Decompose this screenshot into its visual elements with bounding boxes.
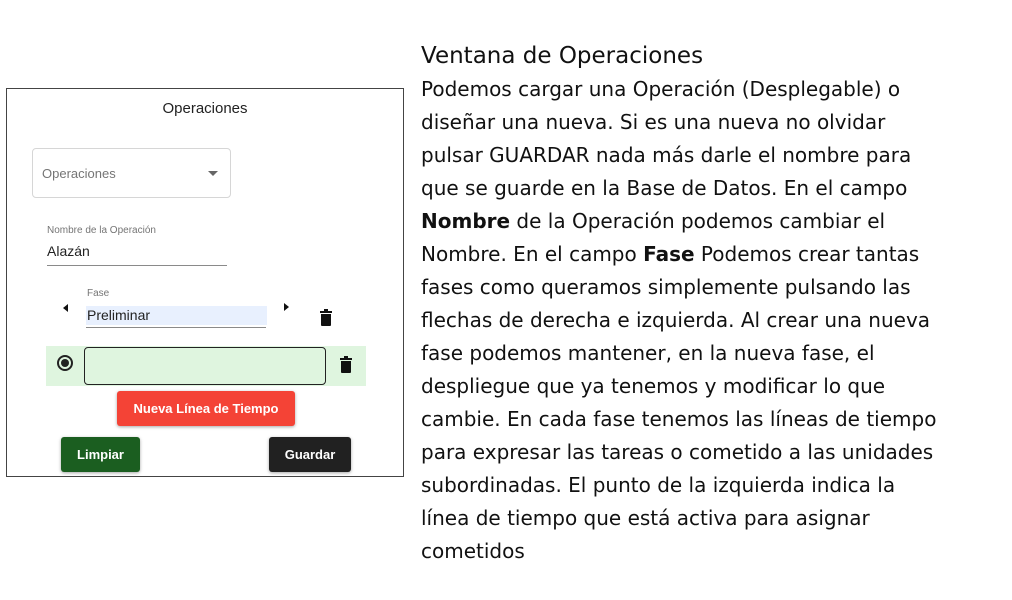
doc-line: diseñar una nueva. Si es una nueva no ol… bbox=[421, 110, 886, 134]
timeline-row bbox=[46, 346, 366, 386]
timeline-input[interactable] bbox=[84, 347, 326, 385]
operations-panel: Operaciones Operaciones Nombre de la Ope… bbox=[6, 88, 404, 477]
doc-line: Nombre de la Operación podemos cambiar e… bbox=[421, 209, 886, 233]
delete-fase-trash-icon[interactable] bbox=[320, 309, 332, 326]
doc-line: pulsar GUARDAR nada más darle el nombre … bbox=[421, 143, 912, 167]
previous-fase-arrow-icon[interactable] bbox=[63, 304, 68, 312]
doc-line: flechas de derecha e izquierda. Al crear… bbox=[421, 308, 931, 332]
operation-name-underline bbox=[47, 265, 227, 266]
operations-select[interactable]: Operaciones bbox=[32, 148, 231, 198]
save-button[interactable]: Guardar bbox=[269, 437, 351, 472]
doc-line: subordinadas. El punto de la izquierda i… bbox=[421, 473, 896, 497]
doc-line: cometidos bbox=[421, 539, 525, 560]
clear-button[interactable]: Limpiar bbox=[61, 437, 140, 472]
bold-term: Fase bbox=[643, 242, 695, 266]
doc-line: Podemos cargar una Operación (Desplegabl… bbox=[421, 77, 901, 101]
dropdown-caret-icon bbox=[208, 171, 218, 176]
doc-line: cambie. En cada fase tenemos las líneas … bbox=[421, 407, 937, 431]
active-timeline-radio[interactable] bbox=[57, 355, 73, 371]
operations-select-placeholder: Operaciones bbox=[42, 166, 116, 181]
description-text: Ventana de Operaciones Podemos cargar un… bbox=[421, 40, 1006, 560]
operation-name-label: Nombre de la Operación bbox=[47, 225, 156, 236]
fase-underline bbox=[86, 327, 266, 328]
doc-line: fases como queramos simplemente pulsando… bbox=[421, 275, 911, 299]
doc-line: para expresar las tareas o cometido a la… bbox=[421, 440, 934, 464]
doc-line: Nombre. En el campo Fase Podemos crear t… bbox=[421, 242, 920, 266]
doc-line: que se guarde en la Base de Datos. En el… bbox=[421, 176, 908, 200]
fase-label: Fase bbox=[87, 288, 110, 299]
doc-line: despliegue que ya tenemos y modificar lo… bbox=[421, 374, 886, 398]
fase-input[interactable]: Preliminar bbox=[86, 306, 267, 325]
operation-name-input[interactable]: Alazán bbox=[47, 243, 90, 259]
doc-body: Podemos cargar una Operación (Desplegabl… bbox=[421, 73, 1006, 560]
doc-title: Ventana de Operaciones bbox=[421, 43, 704, 69]
doc-line: línea de tiempo que está activa para asi… bbox=[421, 506, 870, 530]
new-timeline-button[interactable]: Nueva Línea de Tiempo bbox=[117, 391, 295, 426]
delete-timeline-trash-icon[interactable] bbox=[340, 356, 352, 373]
panel-title: Operaciones bbox=[162, 100, 248, 117]
bold-term: Nombre bbox=[421, 209, 511, 233]
doc-line: fase podemos mantener, en la nueva fase,… bbox=[421, 341, 875, 365]
next-fase-arrow-icon[interactable] bbox=[284, 303, 289, 311]
